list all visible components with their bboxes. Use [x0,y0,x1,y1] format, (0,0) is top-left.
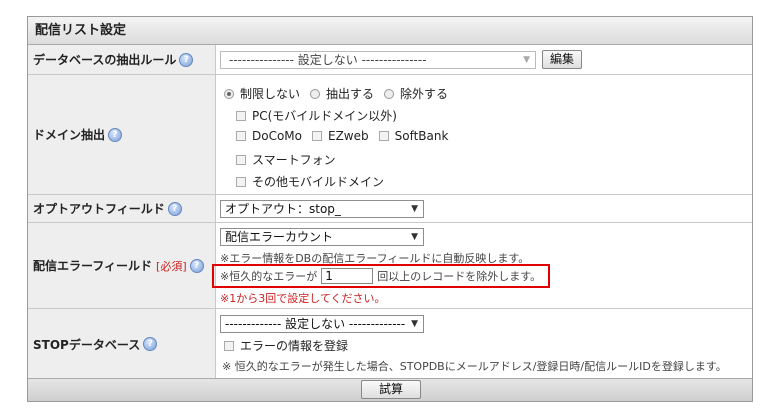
radio-off-icon [310,88,321,99]
carrier-checkbox-group: DoCoMo EZweb SoftBank [236,129,458,143]
help-icon[interactable]: ? [179,52,194,67]
row-domain: ドメイン抽出 ? 制限しない 抽出する 除外する PC(モバイルドメイン以外) … [28,75,752,195]
chevron-down-icon: ▼ [411,204,418,214]
help-icon[interactable]: ? [108,127,123,142]
stop-db-note: ※ 恒久的なエラーが発生した場合、STOPDBにメールアドレス/登録日時/配信ル… [222,360,727,373]
optout-select-value: オプトアウト：stop_ [225,202,341,216]
help-icon[interactable]: ? [189,258,204,273]
stop-db-select[interactable]: ------------- 設定しない ------------- ▼ [220,315,424,333]
row-label: ドメイン抽出 ? [28,75,216,194]
checkbox-pc[interactable]: PC(モバイルドメイン以外) [236,107,397,124]
chevron-down-icon: ▼ [411,232,418,242]
checkbox-icon [236,176,246,187]
highlight-box [212,264,550,288]
checkbox-icon [236,110,246,121]
help-icon[interactable]: ? [143,337,158,351]
error-field-label: 配信エラーフィールド [33,259,153,273]
chevron-down-icon: ▼ [523,55,530,65]
panel-title: 配信リスト設定 [28,17,752,45]
optout-select[interactable]: オプトアウト：stop_ ▼ [220,200,424,218]
checkbox-icon [224,340,234,351]
edit-button[interactable]: 編集 [542,50,582,69]
checkbox-smartphone[interactable]: スマートフォン [236,151,336,168]
row-label: 配信エラーフィールド [必須] ? [28,223,216,308]
row-label: STOPデータベース ? [28,309,216,379]
checkbox-icon [236,154,246,165]
panel-footer: 試算 [28,378,752,401]
calculate-button[interactable]: 試算 [361,380,421,399]
radio-extract[interactable]: 抽出する [310,85,374,102]
radio-off-icon [384,88,395,99]
row-db-rule: データベースの抽出ルール ? --------------- 設定しない ---… [28,45,752,75]
stop-db-label: STOPデータベース [33,337,141,352]
error-range-note: ※1から3回で設定してください。 [220,292,386,305]
domain-radio-group: 制限しない 抽出する 除外する [224,85,458,102]
radio-on-icon [224,88,234,99]
domain-label: ドメイン抽出 [33,128,106,142]
error-field-select[interactable]: 配信エラーカウント ▼ [220,228,424,246]
checkbox-icon [378,131,389,141]
row-stop-db: STOPデータベース ? ------------- 設定しない -------… [28,309,752,379]
delivery-list-settings-panel: 配信リスト設定 データベースの抽出ルール ? --------------- 設… [27,16,753,402]
db-rule-select[interactable]: --------------- 設定しない --------------- ▼ [220,51,536,69]
checkbox-docomo[interactable]: DoCoMo [236,129,302,143]
checkbox-icon [312,131,322,141]
checkbox-ezweb[interactable]: EZweb [312,129,369,143]
required-badge: [必須] [156,259,187,273]
optout-label: オプトアウトフィールド [33,202,165,216]
help-icon[interactable]: ? [167,201,182,216]
db-rule-select-value: --------------- 設定しない --------------- [229,53,427,67]
checkbox-softbank[interactable]: SoftBank [378,129,448,143]
row-label: データベースの抽出ルール ? [28,45,216,74]
checkbox-other-mobile[interactable]: その他モバイルドメイン [236,173,384,190]
error-field-select-value: 配信エラーカウント [225,230,334,244]
stop-db-select-value: ------------- 設定しない ------------- [225,317,406,331]
chevron-down-icon: ▼ [411,319,418,329]
db-rule-label: データベースの抽出ルール [33,53,177,67]
row-label: オプトアウトフィールド ? [28,195,216,222]
checkbox-register-error[interactable]: エラーの情報を登録 [224,337,348,354]
radio-no-limit[interactable]: 制限しない [224,85,300,102]
row-optout: オプトアウトフィールド ? オプトアウト：stop_ ▼ [28,195,752,223]
checkbox-icon [236,131,246,141]
radio-exclude[interactable]: 除外する [384,85,448,102]
